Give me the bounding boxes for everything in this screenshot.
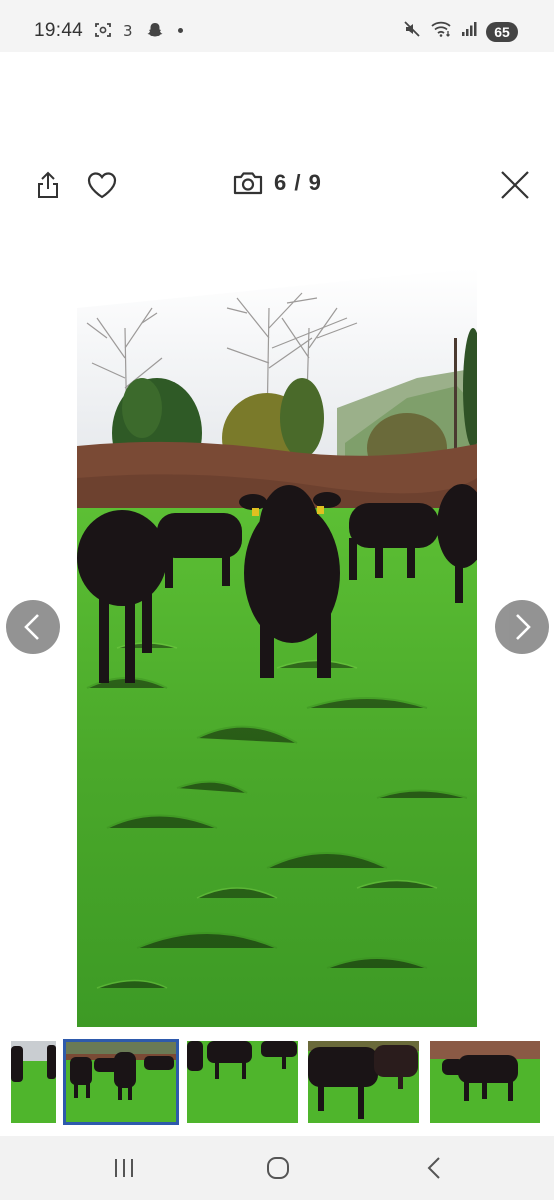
home-icon [267,1157,289,1179]
main-photo[interactable] [77,268,477,1027]
thumbnail-5[interactable] [11,1041,56,1123]
cattle-in-field-photo [77,268,477,1027]
thumbnail-6[interactable] [63,1039,179,1125]
counter-text: 6 / 9 [274,170,322,195]
recents-icon [115,1159,133,1177]
gallery-toolbar: 6 / 9 [0,160,554,208]
thumbnail-9[interactable] [430,1041,540,1123]
status-icons-right: 65 [403,20,518,43]
chevron-right-icon [516,614,531,640]
share-button[interactable] [31,168,65,202]
battery-icon: 65 [486,21,518,42]
screenshot-icon [94,21,112,39]
notification-dot [178,27,183,33]
home-button[interactable] [264,1156,292,1180]
camera-icon [233,172,263,195]
chevron-left-icon [24,614,39,640]
svg-text:3: 3 [123,22,133,39]
signal-icon [461,21,477,42]
share-icon [38,171,58,198]
mute-icon [403,20,421,43]
back-button[interactable] [420,1156,448,1180]
next-photo-button[interactable] [495,600,549,654]
thumbnail-strip [0,1039,554,1125]
photo-counter: 6 / 9 [232,170,322,196]
three-network-icon: 3 [120,21,138,40]
status-time: 19:44 [34,20,84,41]
previous-photo-button[interactable] [6,600,60,654]
heart-icon [87,172,117,199]
back-icon [427,1157,440,1179]
close-button[interactable] [498,168,532,202]
thumbnail-8[interactable] [308,1041,419,1123]
snapchat-icon [146,21,164,39]
wifi-icon [430,20,452,43]
status-bar: 19:44 3 65 [0,0,554,52]
status-icons-left: 3 [94,21,183,40]
recents-button[interactable] [110,1156,138,1180]
favorite-button[interactable] [85,168,119,202]
system-nav-bar [0,1136,554,1200]
close-icon [501,171,529,199]
thumbnail-7[interactable] [187,1041,298,1123]
